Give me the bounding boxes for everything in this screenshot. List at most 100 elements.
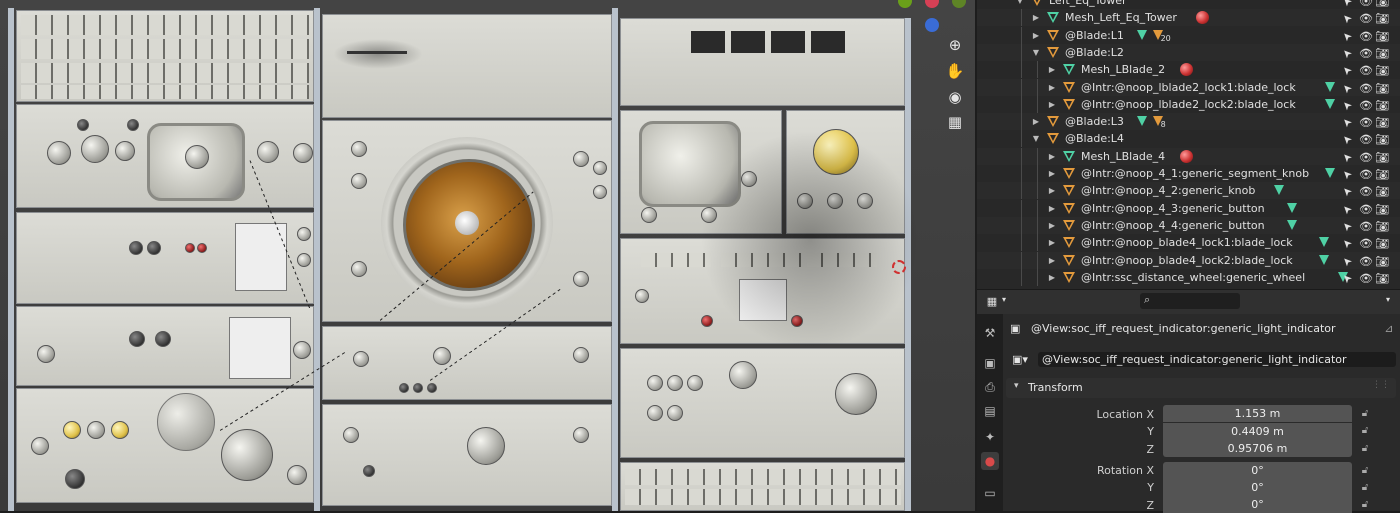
tab-output-icon[interactable]: ⎙ [981, 378, 999, 396]
transform-panel-header[interactable]: ▾ Transform ⋮⋮ [1006, 378, 1396, 398]
eye-icon[interactable]: 👁︎ [1359, 183, 1373, 200]
lock-icon[interactable]: 🔓︎ [1358, 498, 1372, 512]
eye-icon[interactable]: 👁︎ [1359, 235, 1373, 252]
outliner-row[interactable]: ▶ @Intr:@noop_4_3:generic_button ➤ 👁︎ 📷︎ [977, 199, 1400, 218]
eye-icon[interactable]: 👁︎ [1359, 62, 1373, 79]
expand-right-icon[interactable]: ▶ [1047, 165, 1057, 182]
camera-render-icon[interactable]: 📷︎ [1375, 97, 1389, 114]
location-y-field[interactable]: 0.4409 m [1163, 423, 1352, 440]
eye-icon[interactable]: 👁︎ [1359, 218, 1373, 235]
child-mesh-icon[interactable] [1287, 202, 1297, 213]
outliner-row[interactable]: ▶ Mesh_LBlade_2 ➤ 👁︎ 📷︎ [977, 61, 1400, 79]
camera-render-icon[interactable]: 📷︎ [1375, 218, 1389, 235]
outliner-row[interactable]: ▶ @Intr:ssc_distance_wheel:generic_wheel ➤… [977, 267, 1400, 289]
expand-right-icon[interactable]: ▶ [1047, 269, 1057, 286]
location-z-field[interactable]: 0.95706 m [1163, 440, 1352, 457]
expand-right-icon[interactable]: ▶ [1047, 200, 1057, 217]
drag-handle-icon[interactable]: ⋮⋮ [1372, 380, 1390, 390]
eye-icon[interactable]: 👁︎ [1359, 131, 1373, 148]
tab-tool-icon[interactable]: ⚒ [981, 324, 999, 342]
camera-render-icon[interactable]: 📷︎ [1375, 253, 1389, 270]
camera-render-icon[interactable]: 📷︎ [1375, 201, 1389, 218]
camera-render-icon[interactable]: 📷︎ [1375, 28, 1389, 45]
expand-down-icon[interactable]: ▼ [1031, 44, 1041, 61]
outliner-row[interactable]: ▶ @Intr:@noop_blade4_lock2:blade_lock ➤ 👁︎ 📷… [977, 251, 1400, 270]
eye-icon[interactable]: 👁︎ [1359, 10, 1373, 27]
material-icon[interactable] [1180, 63, 1194, 77]
tab-render-icon[interactable]: ▣ [981, 354, 999, 372]
expand-down-icon[interactable]: ▼ [1031, 130, 1041, 147]
camera-render-icon[interactable]: 📷︎ [1375, 149, 1389, 166]
outliner-row[interactable]: ▶ @Intr:@noop_4_2:generic_knob ➤ 👁︎ 📷︎ [977, 182, 1400, 200]
camera-render-icon[interactable]: 📷︎ [1375, 62, 1389, 79]
expand-right-icon[interactable]: ▶ [1047, 148, 1057, 165]
eye-icon[interactable]: 👁︎ [1359, 201, 1373, 218]
material-icon[interactable] [1196, 11, 1210, 25]
expand-right-icon[interactable]: ▶ [1031, 9, 1041, 26]
rotation-y-field[interactable]: 0° [1163, 479, 1352, 496]
outliner-row[interactable]: ▶ @Intr:@noop_4_4:generic_button ➤ 👁︎ 📷︎ [977, 216, 1400, 235]
child-mesh-icon[interactable] [1325, 81, 1336, 92]
child-mesh-icon[interactable] [1325, 168, 1336, 178]
expand-right-icon[interactable]: ▶ [1047, 182, 1057, 199]
pan-hand-icon[interactable]: ✋ [944, 60, 966, 82]
expand-right-icon[interactable]: ▶ [1047, 61, 1057, 78]
lock-icon[interactable]: 🔓︎ [1358, 442, 1372, 456]
chevron-down-icon[interactable]: ▾ [997, 295, 1011, 304]
child-mesh-icon[interactable] [1287, 219, 1297, 230]
eye-icon[interactable]: 👁︎ [1359, 166, 1373, 183]
camera-render-icon[interactable]: 📷︎ [1375, 235, 1389, 252]
lock-icon[interactable]: 🔓︎ [1358, 464, 1372, 478]
expand-down-icon[interactable]: ▼ [1015, 0, 1025, 9]
child-mesh-icon[interactable] [1319, 254, 1329, 265]
material-icon[interactable] [1180, 149, 1194, 163]
outliner-row[interactable]: ▶ Mesh_Left_Eq_Tower ➤ 👁︎ 📷︎ [977, 9, 1400, 27]
outliner-panel[interactable]: ▼ Left_Eq_Tower ➤ 👁︎ 📷︎ ▶ Mesh_Left_Eq_Tower ➤ 👁… [977, 0, 1400, 289]
outliner-row[interactable]: ▼ @Blade:L2 ➤ 👁︎ 📷︎ [977, 43, 1400, 62]
outliner-row[interactable]: ▼ Left_Eq_Tower ➤ 👁︎ 📷︎ [977, 0, 1400, 9]
pin-icon[interactable]: ⊿ [1382, 322, 1396, 335]
camera-render-icon[interactable]: 📷︎ [1375, 183, 1389, 200]
properties-search-input[interactable]: ⌕ [1140, 293, 1240, 309]
location-x-field[interactable]: 1.153 m [1163, 405, 1352, 422]
options-chevron-icon[interactable]: ▾ [1381, 295, 1395, 304]
tab-view-layer-icon[interactable]: ▤ [981, 402, 999, 420]
eye-icon[interactable]: 👁︎ [1359, 253, 1373, 270]
outliner-row[interactable]: ▶ @Intr:@noop_lblade2_lock1:blade_lock ➤ 👁︎… [977, 78, 1400, 97]
3d-viewport[interactable]: ⊕ ✋ ◉ ▦ [0, 0, 975, 511]
expand-right-icon[interactable]: ▶ [1031, 113, 1041, 130]
camera-render-icon[interactable]: 📷︎ [1375, 10, 1389, 27]
expand-right-icon[interactable]: ▶ [1047, 79, 1057, 96]
outliner-row[interactable]: ▶ @Blade:L3 8 ➤ 👁︎ 📷︎ [977, 113, 1400, 130]
eye-icon[interactable]: 👁︎ [1359, 270, 1373, 287]
lock-icon[interactable]: 🔓︎ [1358, 481, 1372, 495]
outliner-row[interactable]: ▶ @Blade:L1 20 ➤ 👁︎ 📷︎ [977, 26, 1400, 45]
rotation-x-field[interactable]: 0° [1163, 462, 1352, 479]
object-type-dropdown[interactable]: ▣▾ [1012, 353, 1028, 366]
camera-view-icon[interactable]: ◉ [944, 86, 966, 108]
child-mesh-icon[interactable] [1136, 116, 1147, 127]
outliner-row[interactable]: ▶ @Intr:@noop_4_1:generic_segment_knob ➤ 👁︎… [977, 165, 1400, 182]
rotation-z-field[interactable]: 0° [1163, 496, 1352, 513]
outliner-row[interactable]: ▶ @Intr:@noop_lblade2_lock2:blade_lock ➤ 👁︎… [977, 95, 1400, 114]
child-mesh-icon[interactable] [1319, 237, 1329, 248]
select-arrow-icon[interactable]: ➤ [1336, 267, 1358, 289]
eye-icon[interactable]: 👁︎ [1359, 80, 1373, 97]
eye-icon[interactable]: 👁︎ [1359, 28, 1373, 45]
child-mesh-icon[interactable] [1136, 29, 1147, 40]
outliner-row[interactable]: ▼ @Blade:L4 ➤ 👁︎ 📷︎ [977, 130, 1400, 148]
tab-collection-icon[interactable]: ▭ [981, 484, 999, 502]
tab-scene-icon[interactable]: ✦ [981, 428, 999, 446]
camera-render-icon[interactable]: 📷︎ [1375, 270, 1389, 287]
eye-icon[interactable]: 👁︎ [1359, 97, 1373, 114]
zoom-icon[interactable]: ⊕ [944, 34, 966, 56]
camera-render-icon[interactable]: 📷︎ [1375, 131, 1389, 148]
camera-render-icon[interactable]: 📷︎ [1375, 45, 1389, 62]
lock-icon[interactable]: 🔓︎ [1358, 407, 1372, 421]
expand-right-icon[interactable]: ▶ [1031, 27, 1041, 44]
orthographic-grid-icon[interactable]: ▦ [944, 111, 966, 133]
expand-right-icon[interactable]: ▶ [1047, 96, 1057, 113]
camera-render-icon[interactable]: 📷︎ [1375, 80, 1389, 97]
tab-world-icon[interactable]: ● [981, 452, 999, 470]
eye-icon[interactable]: 👁︎ [1359, 114, 1373, 131]
